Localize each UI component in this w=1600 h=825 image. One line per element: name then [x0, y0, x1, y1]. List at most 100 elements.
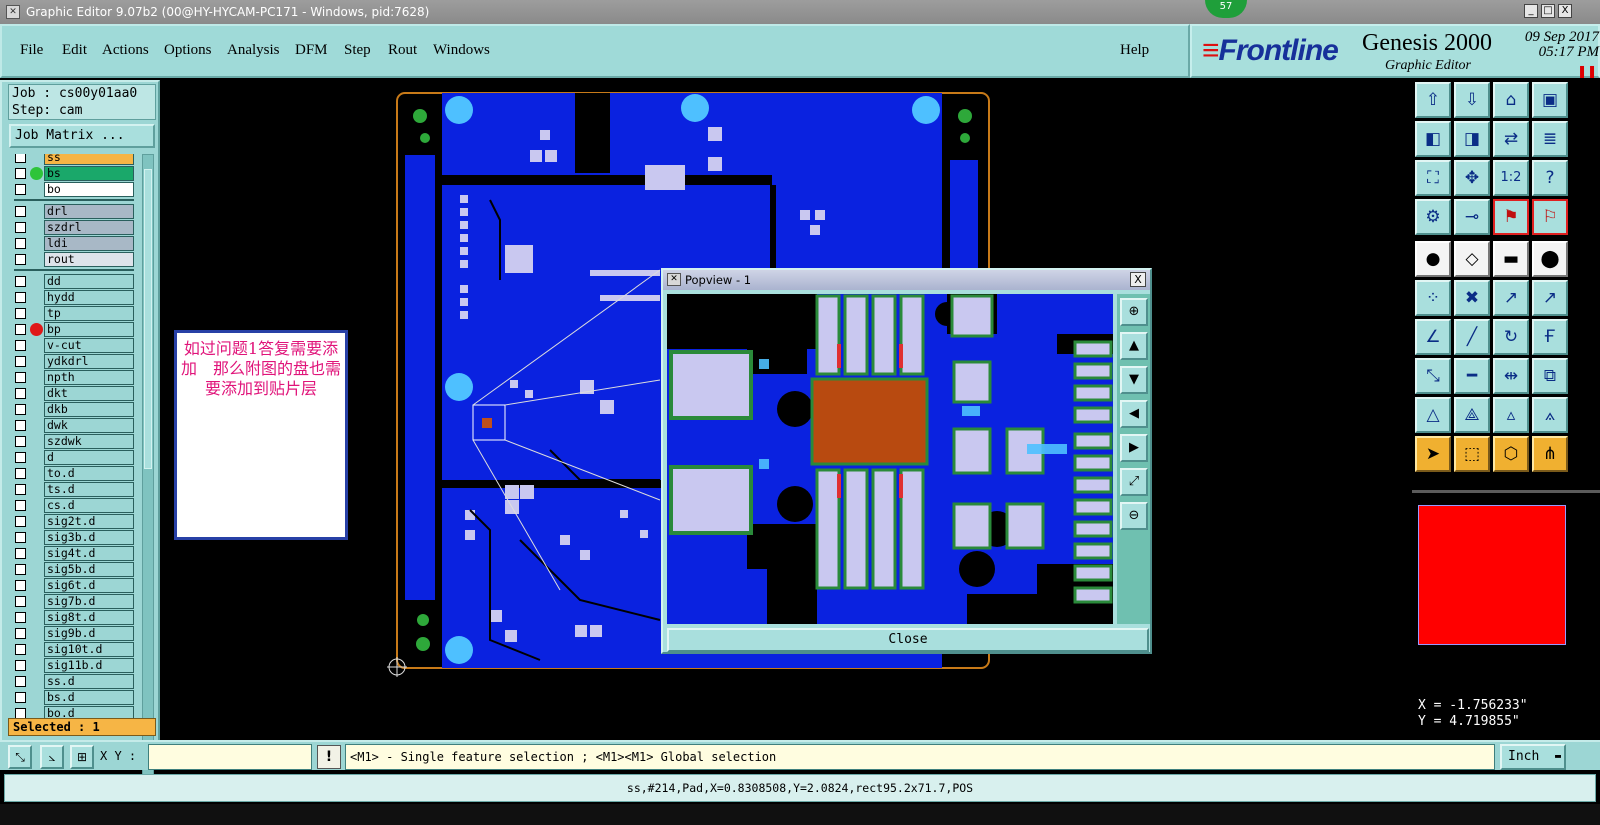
- layer-row[interactable]: sig10t.d: [8, 642, 134, 657]
- layer-name[interactable]: sig2t.d: [44, 514, 134, 529]
- layer-row[interactable]: d: [8, 450, 134, 465]
- ruler-icon[interactable]: ▬: [1493, 241, 1529, 277]
- layer-checkbox[interactable]: [15, 238, 26, 249]
- home-view-icon[interactable]: ⌂: [1493, 82, 1529, 118]
- layer-row[interactable]: npth: [8, 370, 134, 385]
- layer-checkbox[interactable]: [15, 206, 26, 217]
- layer-row[interactable]: szdwk: [8, 434, 134, 449]
- line-edit-icon[interactable]: ↗: [1532, 280, 1568, 316]
- layer-name[interactable]: d: [44, 450, 134, 465]
- resize-icon[interactable]: ⇹: [1493, 358, 1529, 394]
- layer-checkbox[interactable]: [15, 436, 26, 447]
- menu-actions[interactable]: Actions: [102, 42, 149, 59]
- close-window-button[interactable]: X: [1558, 4, 1572, 18]
- polygon-edit-icon[interactable]: ⟁: [1454, 397, 1490, 433]
- layer-checkbox[interactable]: [15, 564, 26, 575]
- layer-row[interactable]: rout: [8, 252, 134, 267]
- layer-name[interactable]: to.d: [44, 466, 134, 481]
- popview-close-icon[interactable]: X: [1130, 272, 1146, 287]
- net-trace-icon[interactable]: ⚐: [1532, 199, 1568, 235]
- angle-line-icon[interactable]: ∠: [1415, 319, 1451, 355]
- layer-row[interactable]: v-cut: [8, 338, 134, 353]
- layer-name[interactable]: v-cut: [44, 338, 134, 353]
- warning-icon[interactable]: !: [317, 745, 341, 769]
- select-arrow-icon[interactable]: ➤: [1415, 436, 1451, 472]
- layer-row[interactable]: dwk: [8, 418, 134, 433]
- layer-name[interactable]: sig10t.d: [44, 642, 134, 657]
- pause-icon[interactable]: ❚❚: [1577, 64, 1597, 78]
- layer-checkbox[interactable]: [15, 372, 26, 383]
- layer-checkbox[interactable]: [15, 644, 26, 655]
- minimize-button[interactable]: _: [1524, 4, 1538, 18]
- polygon-icon[interactable]: △: [1415, 397, 1451, 433]
- layer-row[interactable]: bp: [8, 322, 134, 337]
- layer-row[interactable]: ldi: [8, 236, 134, 251]
- redraw-icon[interactable]: ⇄: [1493, 121, 1529, 157]
- layer-name[interactable]: dd: [44, 274, 134, 289]
- menu-options[interactable]: Options: [164, 42, 212, 59]
- maximize-button[interactable]: □: [1541, 4, 1555, 18]
- layer-checkbox[interactable]: [15, 676, 26, 687]
- snap-center-icon[interactable]: ⊞: [70, 745, 94, 769]
- layer-name[interactable]: bs: [44, 166, 134, 181]
- job-matrix-button[interactable]: Job Matrix ...: [9, 124, 155, 148]
- layer-name[interactable]: ydkdrl: [44, 354, 134, 369]
- popview-zoom-out-icon[interactable]: ⊖: [1120, 502, 1148, 530]
- probe-icon[interactable]: ⊸: [1454, 199, 1490, 235]
- layer-row[interactable]: sig2t.d: [8, 514, 134, 529]
- layer-checkbox[interactable]: [15, 356, 26, 367]
- help-query-icon[interactable]: ?: [1532, 160, 1568, 196]
- triangle-icon[interactable]: ▵: [1493, 397, 1529, 433]
- text-f-icon[interactable]: Ғ: [1532, 319, 1568, 355]
- cross-icon[interactable]: ✖: [1454, 280, 1490, 316]
- layer-row[interactable]: sig11b.d: [8, 658, 134, 673]
- layer-row[interactable]: ss: [8, 154, 134, 165]
- menu-analysis[interactable]: Analysis: [227, 42, 280, 59]
- window-view-icon[interactable]: ▣: [1532, 82, 1568, 118]
- layer-checkbox[interactable]: [15, 692, 26, 703]
- popview-zoom-in-icon[interactable]: ⊕: [1120, 298, 1148, 326]
- scale-1-2-icon[interactable]: 1:2: [1493, 160, 1529, 196]
- xy-input[interactable]: [148, 744, 312, 770]
- layer-name[interactable]: sig3b.d: [44, 530, 134, 545]
- popview-titlebar[interactable]: ✕ Popview - 1 X: [663, 270, 1150, 290]
- layer-name[interactable]: ts.d: [44, 482, 134, 497]
- layer-row[interactable]: bs.d: [8, 690, 134, 705]
- layer-row[interactable]: bs: [8, 166, 134, 181]
- menu-edit[interactable]: Edit: [62, 42, 87, 59]
- popview-fit-icon[interactable]: ⤢: [1120, 468, 1148, 496]
- layer-checkbox[interactable]: [15, 484, 26, 495]
- layer-row[interactable]: hydd: [8, 290, 134, 305]
- layer-name[interactable]: bp: [44, 322, 134, 337]
- layer-row[interactable]: dd: [8, 274, 134, 289]
- layer-row[interactable]: sig9b.d: [8, 626, 134, 641]
- triangle-edit-icon[interactable]: ⟑: [1532, 397, 1568, 433]
- layer-checkbox[interactable]: [15, 596, 26, 607]
- select-poly-icon[interactable]: ⬡: [1493, 436, 1529, 472]
- layer-row[interactable]: dkb: [8, 402, 134, 417]
- layer-name[interactable]: npth: [44, 370, 134, 385]
- layer-checkbox[interactable]: [15, 420, 26, 431]
- arc-icon[interactable]: ↻: [1493, 319, 1529, 355]
- layer-checkbox[interactable]: [15, 276, 26, 287]
- layer-row[interactable]: to.d: [8, 466, 134, 481]
- move-icon[interactable]: ⤡: [1415, 358, 1451, 394]
- layer-checkbox[interactable]: [15, 254, 26, 265]
- layer-row[interactable]: ts.d: [8, 482, 134, 497]
- menu-windows[interactable]: Windows: [433, 42, 490, 59]
- layer-name[interactable]: tp: [44, 306, 134, 321]
- snap-grid-icon[interactable]: ⤡: [8, 745, 32, 769]
- popview-pan-left-icon[interactable]: ◀: [1120, 400, 1148, 428]
- layer-name[interactable]: dkt: [44, 386, 134, 401]
- layer-list-scrollbar[interactable]: [142, 154, 154, 794]
- layer-checkbox[interactable]: [15, 168, 26, 179]
- layer-row[interactable]: tp: [8, 306, 134, 321]
- measure-icon[interactable]: ⚙: [1415, 199, 1451, 235]
- layer-name[interactable]: sig4t.d: [44, 546, 134, 561]
- layer-row[interactable]: drl: [8, 204, 134, 219]
- menu-help[interactable]: Help: [1120, 42, 1149, 59]
- layer-name[interactable]: dwk: [44, 418, 134, 433]
- layer-name[interactable]: cs.d: [44, 498, 134, 513]
- net-highlight-icon[interactable]: ⚑: [1493, 199, 1529, 235]
- layer-checkbox[interactable]: [15, 404, 26, 415]
